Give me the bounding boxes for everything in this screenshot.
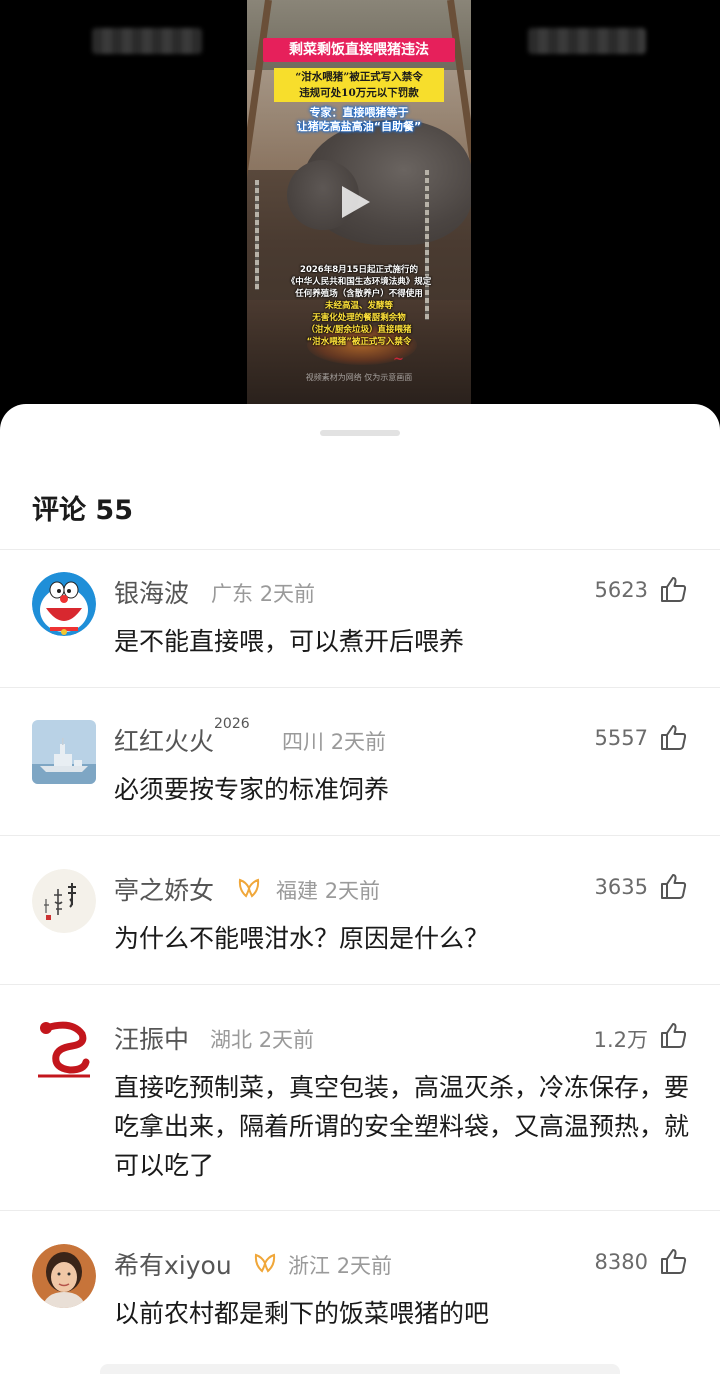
video-area: 剩菜剩饭直接喂猪违法 “泔水喂猪”被正式写入禁令 违规可处10万元以下罚款 专家… (0, 0, 720, 420)
divider (0, 687, 720, 688)
divider (0, 984, 720, 985)
comment-text: 直接吃预制菜，真空包装，高温灭杀，冷冻保存，要吃拿出来，隔着所谓的安全塑料袋，又… (114, 1073, 690, 1180)
comment-item: 红红火火2026 四川 2天前 5557 必须要按专家的标准饲养 (0, 716, 720, 836)
red-snake-avatar[interactable] (32, 1018, 96, 1082)
comment-item: 汪振中 湖北 2天前 1.2万 直接吃预制菜，真空包装，高温灭杀，冷冻保存，要吃… (0, 1018, 720, 1211)
warship-avatar[interactable] (32, 720, 96, 784)
comment-username[interactable]: 希有xiyou (114, 1246, 232, 1282)
comment-meta: 浙江 2天前 (288, 1254, 393, 1278)
like-count: 1.2万 (593, 1028, 648, 1052)
thumbs-up-icon[interactable] (658, 722, 688, 752)
video-notice-text: 2026年8月15日起正式施行的 《中华人民共和国生态环境法典》规定 任何养殖场… (286, 265, 432, 347)
divider (0, 835, 720, 836)
comments-sheet: 评论 55 银海波 广东 2天前 5623 是不能直接喂，可以煮开后喂养 红红火… (0, 404, 720, 1374)
divider (0, 549, 720, 550)
vip-badge-icon (254, 1253, 276, 1273)
comment-text: 为什么不能喂泔水？原因是什么？ (114, 924, 490, 953)
like-count: 5557 (594, 726, 648, 750)
video-expert-quote: 专家：直接喂猪等于 让猪吃高盐高油“自助餐” (296, 106, 422, 133)
thumbs-up-icon[interactable] (658, 1246, 688, 1276)
blurred-username (528, 28, 646, 54)
comment-item: 希有xiyou 浙江 2天前 8380 以前农村都是剩下的饭菜喂猪的吧 (0, 1244, 720, 1374)
comment-meta: 福建 2天前 (276, 879, 381, 903)
like-count: 5623 (594, 578, 648, 602)
divider (0, 1210, 720, 1211)
video-watermark-logo: ~ (393, 352, 404, 367)
comment-text: 必须要按专家的标准饲养 (114, 775, 390, 804)
thumbs-up-icon[interactable] (658, 871, 688, 901)
drag-handle[interactable] (320, 430, 400, 436)
comment-username[interactable]: 红红火火2026 (114, 716, 250, 758)
comment-text: 以前农村都是剩下的饭菜喂猪的吧 (114, 1299, 490, 1328)
doraemon-avatar[interactable] (32, 572, 96, 636)
comment-item: 银海波 广东 2天前 5623 是不能直接喂，可以煮开后喂养 (0, 572, 720, 688)
like-count: 3635 (594, 875, 648, 899)
video-player[interactable]: 剩菜剩饭直接喂猪违法 “泔水喂猪”被正式写入禁令 违规可处10万元以下罚款 专家… (247, 0, 471, 404)
vip-badge-icon (238, 878, 260, 898)
comment-meta: 四川 2天前 (282, 730, 387, 754)
calligraphy-avatar[interactable] (32, 869, 96, 933)
video-headline: 剩菜剩饭直接喂猪违法 (263, 38, 455, 62)
blurred-username (92, 28, 202, 54)
comment-meta: 湖北 2天前 (210, 1028, 315, 1052)
comment-item: 亭之娇女 福建 2天前 3635 为什么不能喂泔水？原因是什么？ (0, 869, 720, 985)
comments-header: 评论 55 (32, 495, 133, 526)
comment-username[interactable]: 银海波 (114, 574, 189, 610)
like-count: 8380 (594, 1250, 648, 1274)
thumbs-up-icon[interactable] (658, 1020, 688, 1050)
comment-text: 是不能直接喂，可以煮开后喂养 (114, 627, 465, 656)
thumbs-up-icon[interactable] (658, 574, 688, 604)
comment-meta: 广东 2天前 (211, 582, 316, 606)
comment-username[interactable]: 汪振中 (114, 1020, 189, 1056)
video-subheadline: “泔水喂猪”被正式写入禁令 违规可处10万元以下罚款 (274, 68, 444, 102)
woman-portrait-avatar[interactable] (32, 1244, 96, 1308)
bottom-input-bar[interactable] (100, 1364, 620, 1374)
play-icon[interactable] (342, 186, 370, 218)
comment-username[interactable]: 亭之娇女 (114, 871, 214, 907)
video-caption: 视频素材为网络 仅为示意画面 (305, 373, 413, 382)
